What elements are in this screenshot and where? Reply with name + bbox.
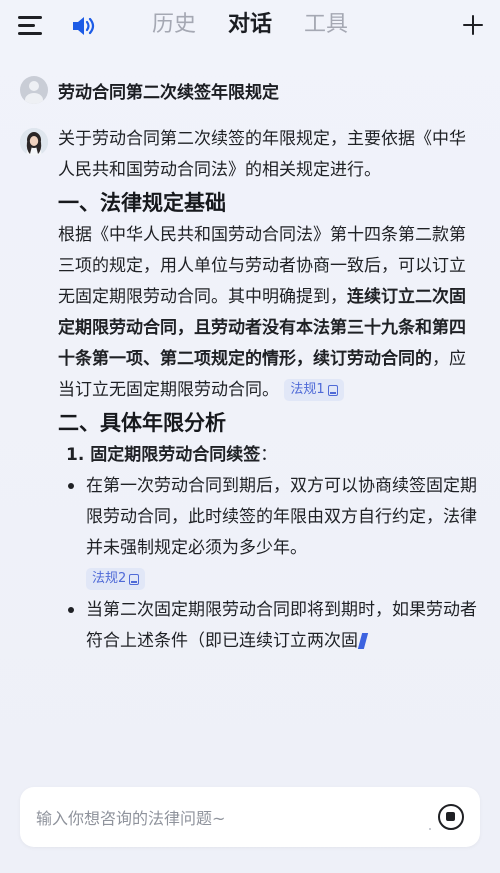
typing-cursor-icon [357, 633, 369, 649]
tab-history[interactable]: 历史 [152, 8, 196, 42]
user-question-text: 劳动合同第二次续签年限规定 [58, 82, 279, 103]
user-avatar [20, 76, 48, 104]
assistant-avatar [20, 128, 48, 156]
section-heading-term-analysis: 二、具体年限分析 [58, 411, 226, 435]
section-paragraph-legal-basis: 根据《中华人民共和国劳动合同法》第十四条第二款第三项的规定，用人单位与劳动者协商… [58, 220, 480, 406]
law-reference-tag-1[interactable]: 法规1 [284, 379, 344, 401]
law-reference-tag-2[interactable]: 法规2 [86, 568, 146, 590]
tab-tools[interactable]: 工具 [304, 8, 348, 42]
numbered-item-1: 1. 固定期限劳动合同续签： [66, 445, 278, 465]
stop-generation-icon[interactable] [438, 804, 464, 830]
decorative-dot [429, 828, 431, 830]
answer-intro: 关于劳动合同第二次续签的年限规定，主要依据《中华人民共和国劳动合同法》的相关规定… [58, 129, 466, 180]
bullet-item-2: 当第二次固定期限劳动合同即将到期时，如果劳动者符合上述条件（即已连续订立两次固 [58, 595, 480, 657]
tab-chat[interactable]: 对话 [228, 8, 272, 42]
question-input[interactable] [34, 787, 428, 849]
menu-icon[interactable] [18, 14, 44, 38]
document-icon [129, 573, 140, 585]
answer-content: 关于劳动合同第二次续签的年限规定，主要依据《中华人民共和国劳动合同法》的相关规定… [58, 124, 480, 657]
bullet-item-1: 在第一次劳动合同到期后，双方可以协商续签固定期限劳动合同，此时续签的年限由双方自… [58, 471, 480, 595]
tab-bar: 历史 对话 工具 [152, 8, 348, 42]
speaker-icon[interactable] [70, 14, 96, 38]
user-message: 劳动合同第二次续签年限规定 [20, 76, 279, 104]
chat-input-bar [20, 787, 480, 849]
new-chat-plus-icon[interactable] [462, 14, 484, 36]
top-bar: 历史 对话 工具 [0, 0, 500, 52]
section-heading-legal-basis: 一、法律规定基础 [58, 191, 226, 215]
document-icon [327, 384, 338, 396]
